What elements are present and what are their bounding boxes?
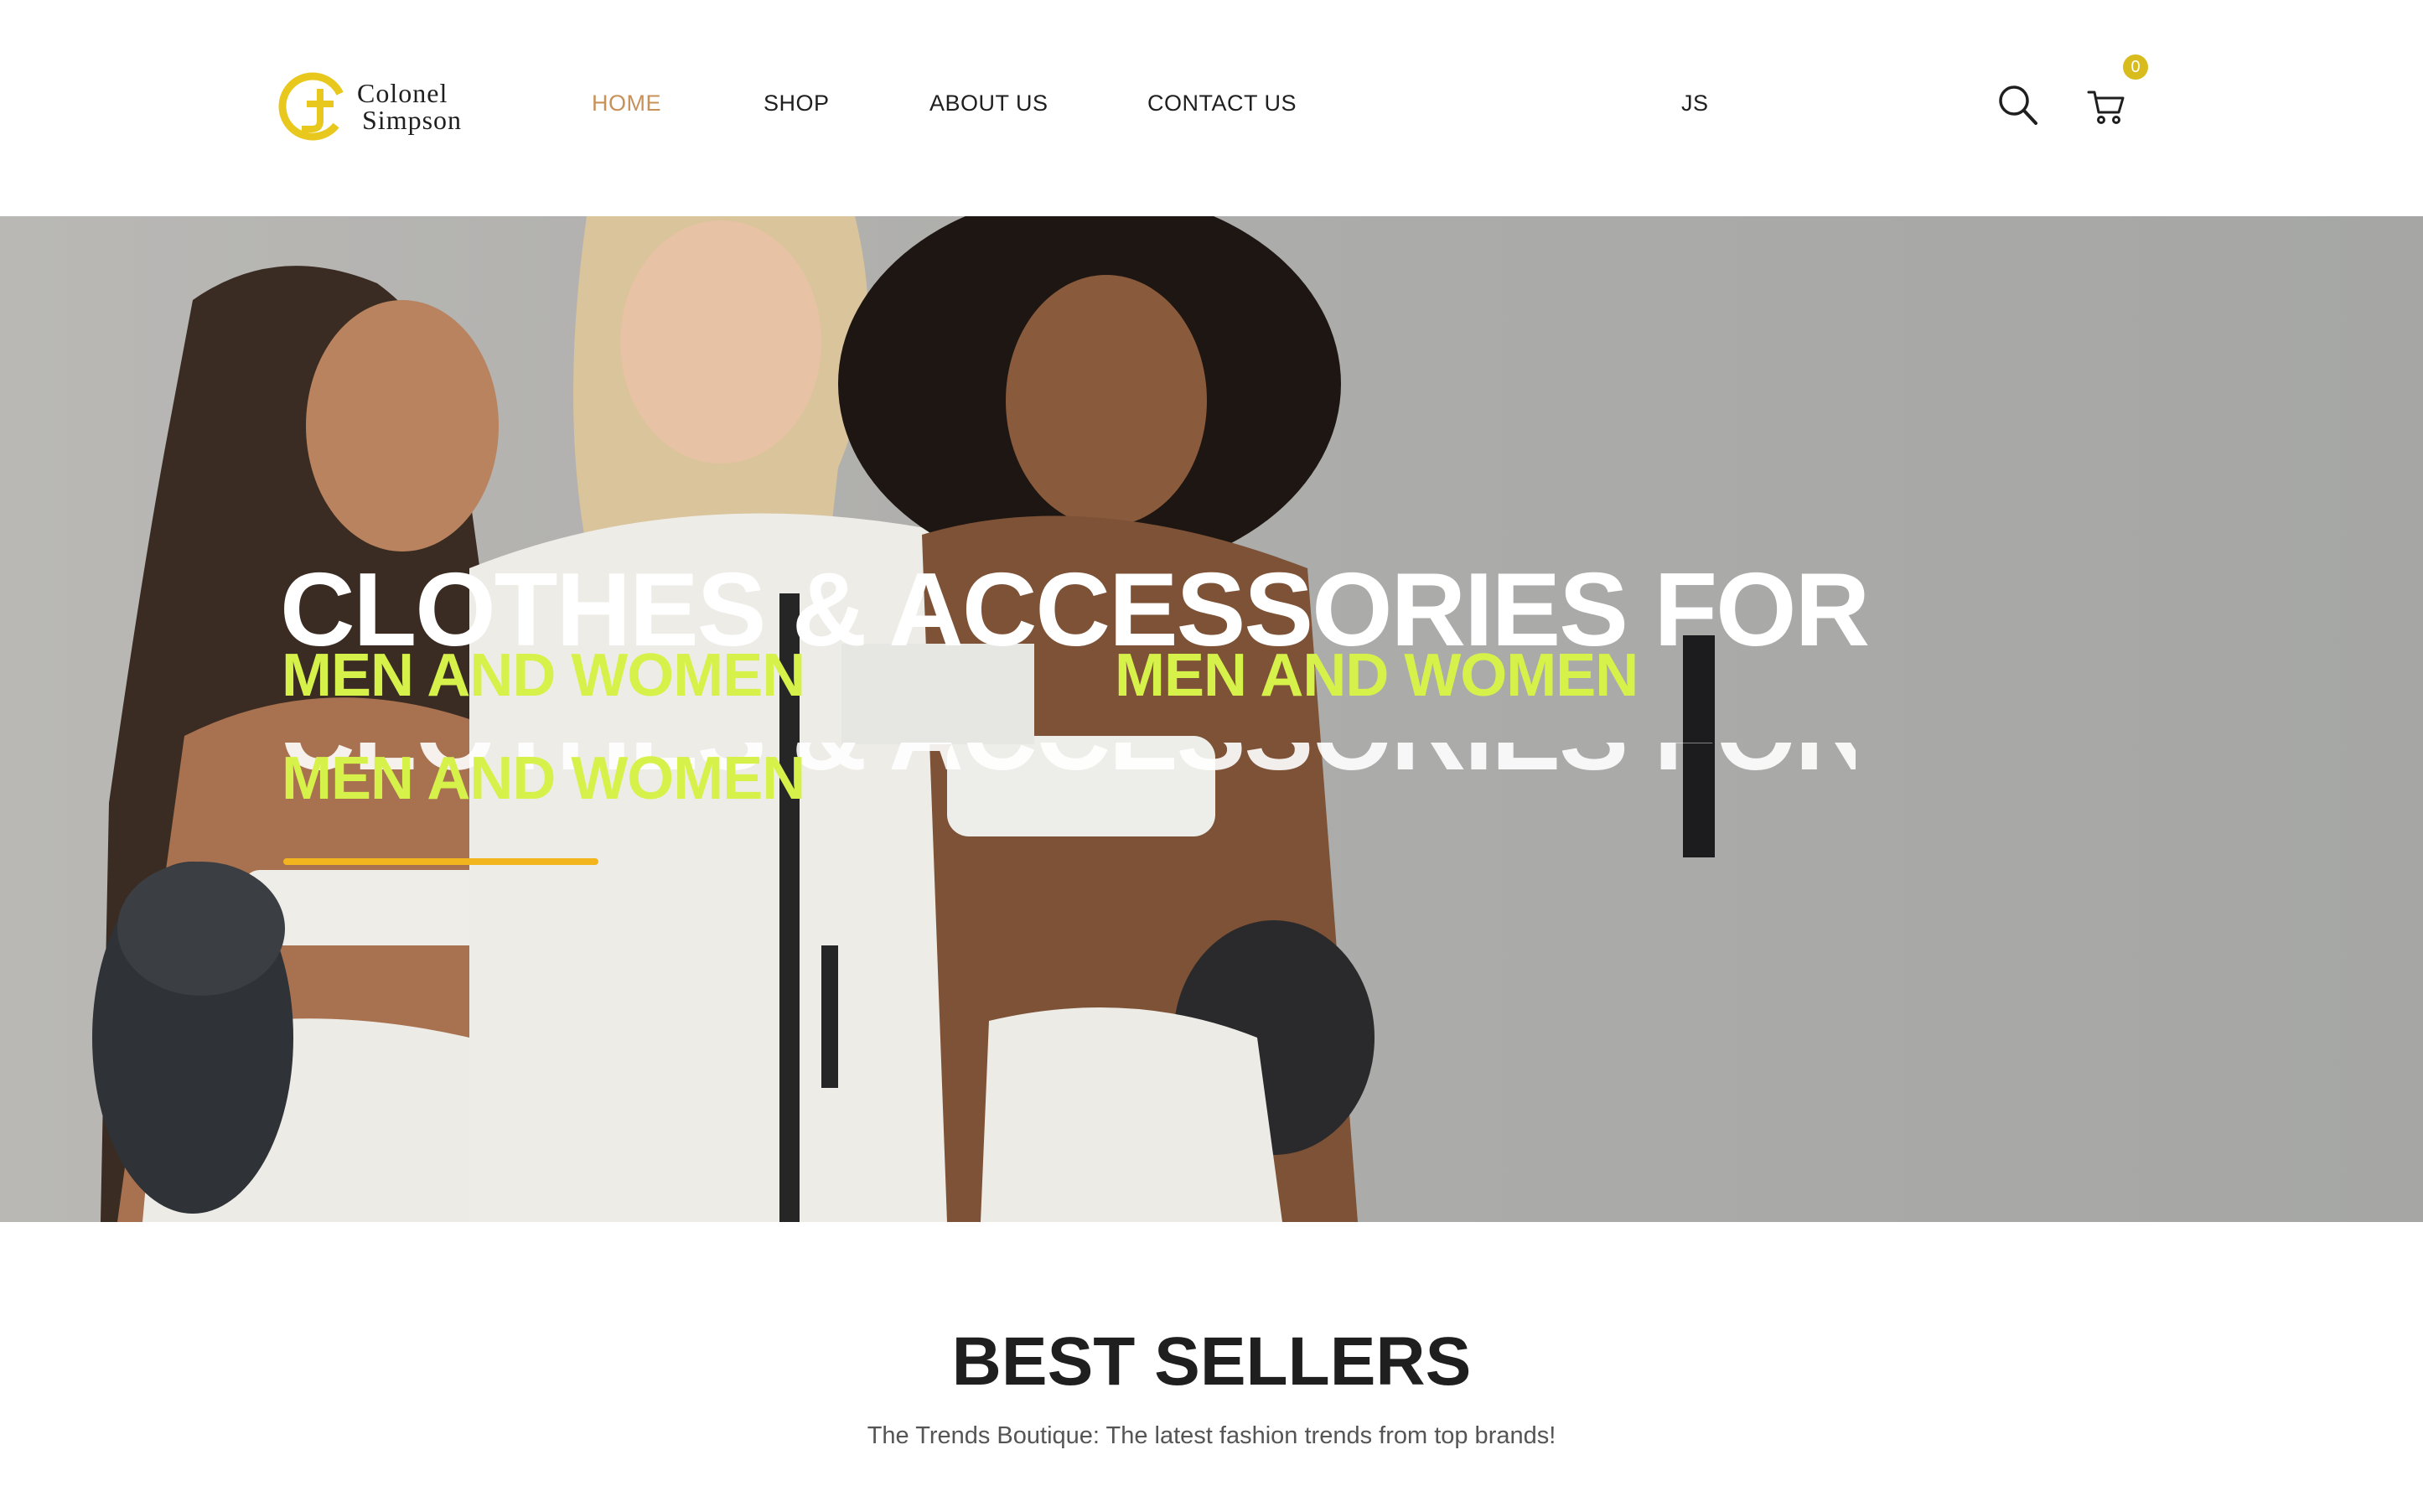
nav-contact-us[interactable]: CONTACT US [1147,91,1297,117]
best-sellers-subtitle: The Trends Boutique: The latest fashion … [867,1422,1556,1449]
hero-subtitle: MEN AND WOMEN [282,642,805,709]
cs-monogram-logo-icon [278,72,347,141]
nav-home[interactable]: HOME [592,91,661,117]
hero-subtitle-duplicate: MEN AND WOMEN [1115,642,1639,709]
nav-about-us[interactable]: ABOUT US [929,91,1048,117]
cart-icon[interactable] [2087,89,2125,126]
hero-underline [283,858,598,865]
site-header: Colonel Simpson HOME SHOP ABOUT US CONTA… [0,0,2423,216]
nav-overflow-item[interactable]: JS [1681,91,1709,117]
best-sellers-title: BEST SELLERS [951,1323,1472,1400]
cart-count-badge: 0 [2123,54,2148,80]
hero-banner: CLOTHES & ACCESSORIES FOR CLOTHES & ACCE… [0,216,2423,1222]
search-icon[interactable] [1998,85,2038,127]
logo-wordmark: Colonel Simpson [357,80,462,133]
nav-shop[interactable]: SHOP [764,91,830,117]
logo-line-1: Colonel [357,78,448,108]
logo[interactable]: Colonel Simpson [277,70,494,142]
logo-line-2: Simpson [362,105,463,135]
hero-subtitle-second: MEN AND WOMEN [282,745,805,812]
